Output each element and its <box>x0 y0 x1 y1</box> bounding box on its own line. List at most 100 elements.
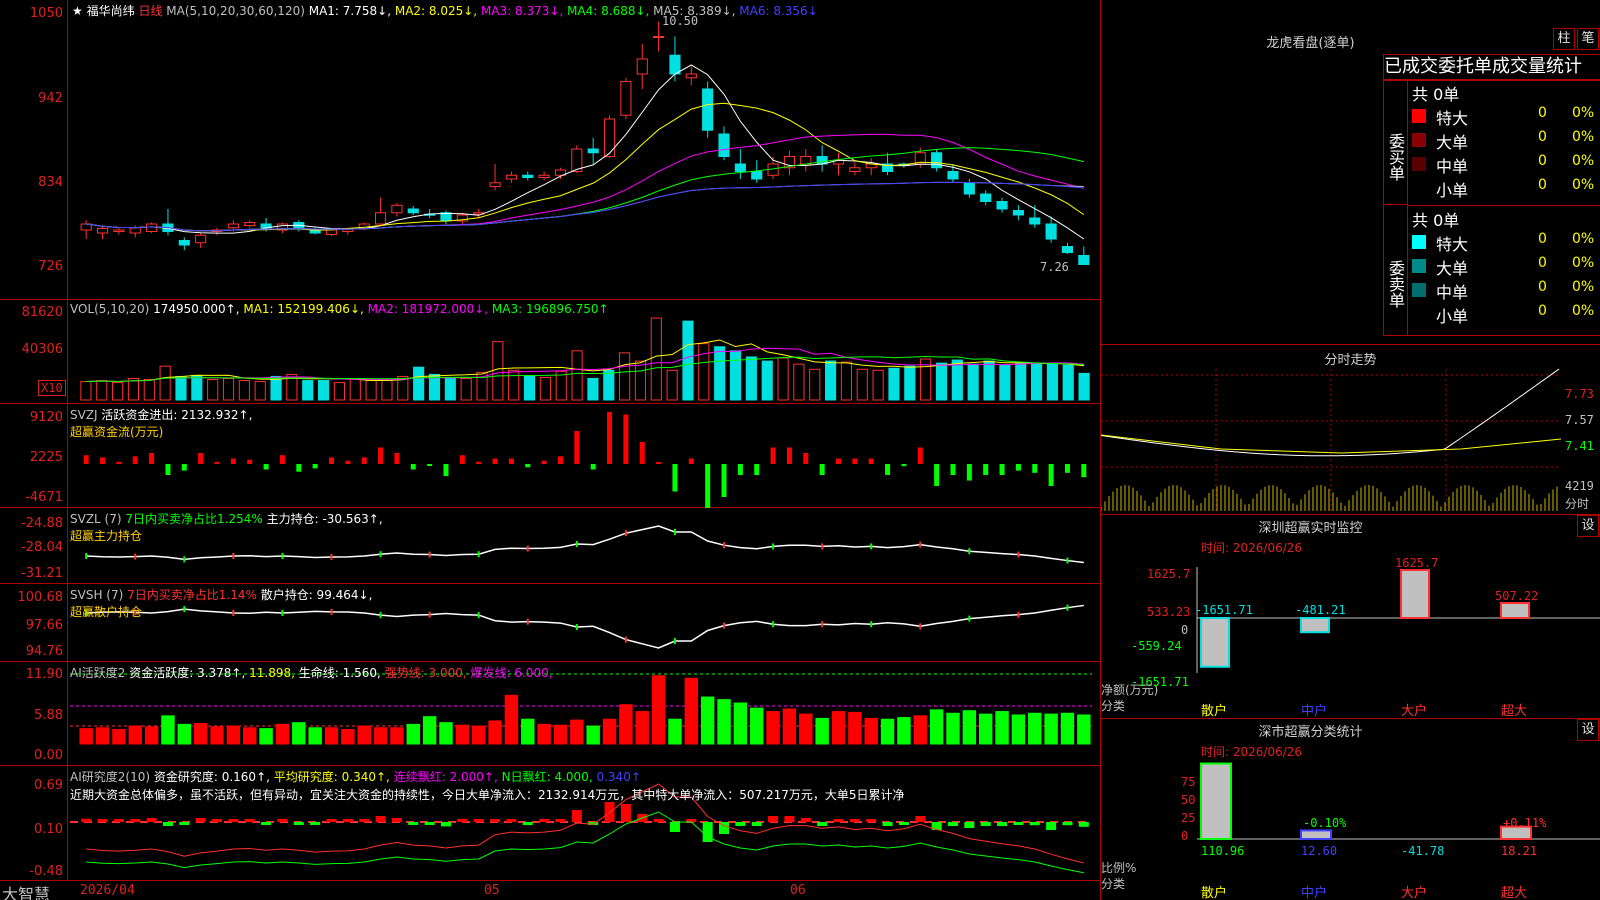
order-pct: 0% <box>1572 303 1595 319</box>
bar-mode-button[interactable]: 柱 <box>1553 28 1575 50</box>
flow-bar <box>836 458 841 464</box>
ai-research-header: AI研究度2(10) 资金研究度: 0.160↑, 平均研究度: 0.340↑,… <box>70 768 641 785</box>
ai1-label: AI活跃度2 <box>70 666 126 680</box>
candle-body <box>374 212 387 225</box>
volume-bar <box>729 350 742 401</box>
ai-activity-header: AI活跃度2 资金活跃度: 3.378↑, 11.898, 生命线: 1.560… <box>70 664 553 681</box>
flow-bar <box>999 464 1005 475</box>
activity-bar <box>422 716 437 745</box>
star-icon[interactable]: ★ <box>72 4 83 18</box>
volume-bar <box>175 375 187 401</box>
volume-ma-line <box>85 339 1085 383</box>
flow-bar <box>165 464 171 475</box>
volume-bar <box>460 377 472 401</box>
activity-bar <box>292 722 306 745</box>
research-bar <box>539 819 550 822</box>
activity-bar <box>226 725 241 745</box>
date-month-06: 06 <box>790 883 806 898</box>
candle-body <box>996 201 1008 210</box>
flow-bar <box>705 464 711 508</box>
ai-research-pane[interactable]: 0.69 0.10 -0.48 AI研究度2(10) 资金研究度: 0.160↑… <box>0 766 1100 880</box>
volume-bar <box>428 373 441 401</box>
net-amount-label: -1651.71 <box>1195 603 1253 617</box>
volume-bar <box>318 380 330 401</box>
activity-bar <box>733 702 748 745</box>
order-row: 中单 0 0% <box>1412 153 1600 176</box>
ai1-activity: 资金活跃度: 3.378↑, <box>129 666 246 680</box>
flow-bar <box>345 460 351 464</box>
date-month-05: 05 <box>484 883 500 898</box>
lhb-stats-tabs[interactable]: 已成交委托单成交量统计 <box>1383 54 1600 80</box>
category-label: 中户 <box>1301 885 1327 900</box>
candle-body <box>620 81 632 116</box>
candle-body <box>1061 246 1074 253</box>
candle-body <box>505 174 517 180</box>
candle-body <box>1029 217 1041 225</box>
candle-body <box>489 182 501 187</box>
research-bar <box>359 819 370 822</box>
ai2-research: 资金研究度: 0.160↑, <box>153 770 270 784</box>
flow-bar <box>198 453 204 464</box>
volume-bar <box>825 360 837 401</box>
volume-bar <box>904 365 916 401</box>
flow-bar <box>607 412 613 464</box>
activity-bar <box>471 725 486 745</box>
flow-bar <box>639 442 645 464</box>
activity-bar <box>406 723 420 745</box>
flow-bar <box>525 464 531 468</box>
date-axis: 大智慧 2026/04 05 06 <box>0 880 1100 900</box>
activity-bar <box>439 722 453 745</box>
order-count: 0 <box>1538 255 1547 271</box>
volume-bar <box>159 365 171 401</box>
order-type: 大单 <box>1436 133 1469 152</box>
activity-bar <box>668 718 682 745</box>
activity-bar <box>962 710 977 745</box>
order-color-swatch <box>1412 307 1426 321</box>
low-price-label: 7.26 <box>1040 260 1069 274</box>
order-pct: 0% <box>1572 231 1595 247</box>
sz-category-panel: 深市超赢分类统计 设 时间: 2026/06/26 110.96 12.60 -41… <box>1100 718 1600 900</box>
volume-bar <box>413 366 425 401</box>
volume-bar <box>650 317 662 401</box>
ai2-label: AI研究度2(10) <box>70 770 151 784</box>
research-bar <box>1029 822 1040 826</box>
research-bar <box>1046 822 1057 830</box>
kline-chart[interactable] <box>0 0 1100 300</box>
flow-bar <box>378 447 384 464</box>
activity-bar <box>1028 712 1042 745</box>
volume-bar <box>666 369 678 401</box>
ai-activity-pane[interactable]: 11.90 5.88 0.00 AI活跃度2 资金活跃度: 3.378↑, 11… <box>0 662 1100 766</box>
research-bar <box>277 818 288 822</box>
tick-mode-button[interactable]: 笔 <box>1577 28 1599 50</box>
volume-bar <box>809 368 821 401</box>
order-pct: 0% <box>1572 105 1595 121</box>
research-bar <box>473 819 484 822</box>
research-bar <box>228 819 239 822</box>
kline-pane[interactable]: 1050 942 834 726 ★ 福华尚纬 日线 MA(5,10,20,30… <box>0 0 1100 300</box>
volume-pane[interactable]: 81620 40306 X10 VOL(5,10,20) 174950.000↑… <box>0 300 1100 404</box>
order-count: 0 <box>1538 153 1547 169</box>
y-tick: 50 <box>1181 793 1196 807</box>
candle-body <box>227 223 239 229</box>
flow-bar <box>1048 464 1054 486</box>
brand-label: 大智慧 <box>2 885 51 900</box>
volume-bar <box>840 361 852 401</box>
volume-bar <box>191 374 203 401</box>
svsh-header: SVSH (7) 7日内买卖净占比1.14% 散户持仓: 99.464↓, 超赢… <box>70 586 372 620</box>
intraday-chart[interactable] <box>1101 345 1600 515</box>
period-label[interactable]: 日线 <box>138 4 162 18</box>
category-label: 大户 <box>1401 703 1427 719</box>
net-amount-label: 507.22 <box>1495 589 1538 603</box>
category-label: 超大 <box>1501 886 1527 900</box>
svsh-pane[interactable]: 100.68 97.66 94.76 SVSH (7) 7日内买卖净占比1.14… <box>0 584 1100 662</box>
svzj-pane[interactable]: 9120 2225 -4671 SVZJ 活跃资金进出: 2132.932↑, … <box>0 404 1100 508</box>
volume-bar <box>634 360 647 401</box>
ma2-value: MA2: 8.025↓, <box>394 4 478 18</box>
research-bar <box>735 822 746 826</box>
research-bar <box>817 822 828 826</box>
flow-bar <box>852 458 858 464</box>
y-tick: 1625.7 <box>1147 567 1191 581</box>
activity-bar <box>390 727 404 745</box>
stock-name: 福华尚纬 <box>86 4 135 18</box>
svzl-pane[interactable]: -24.88 -28.04 -31.21 SVZL (7) 7日内买卖净占比1.… <box>0 508 1100 584</box>
